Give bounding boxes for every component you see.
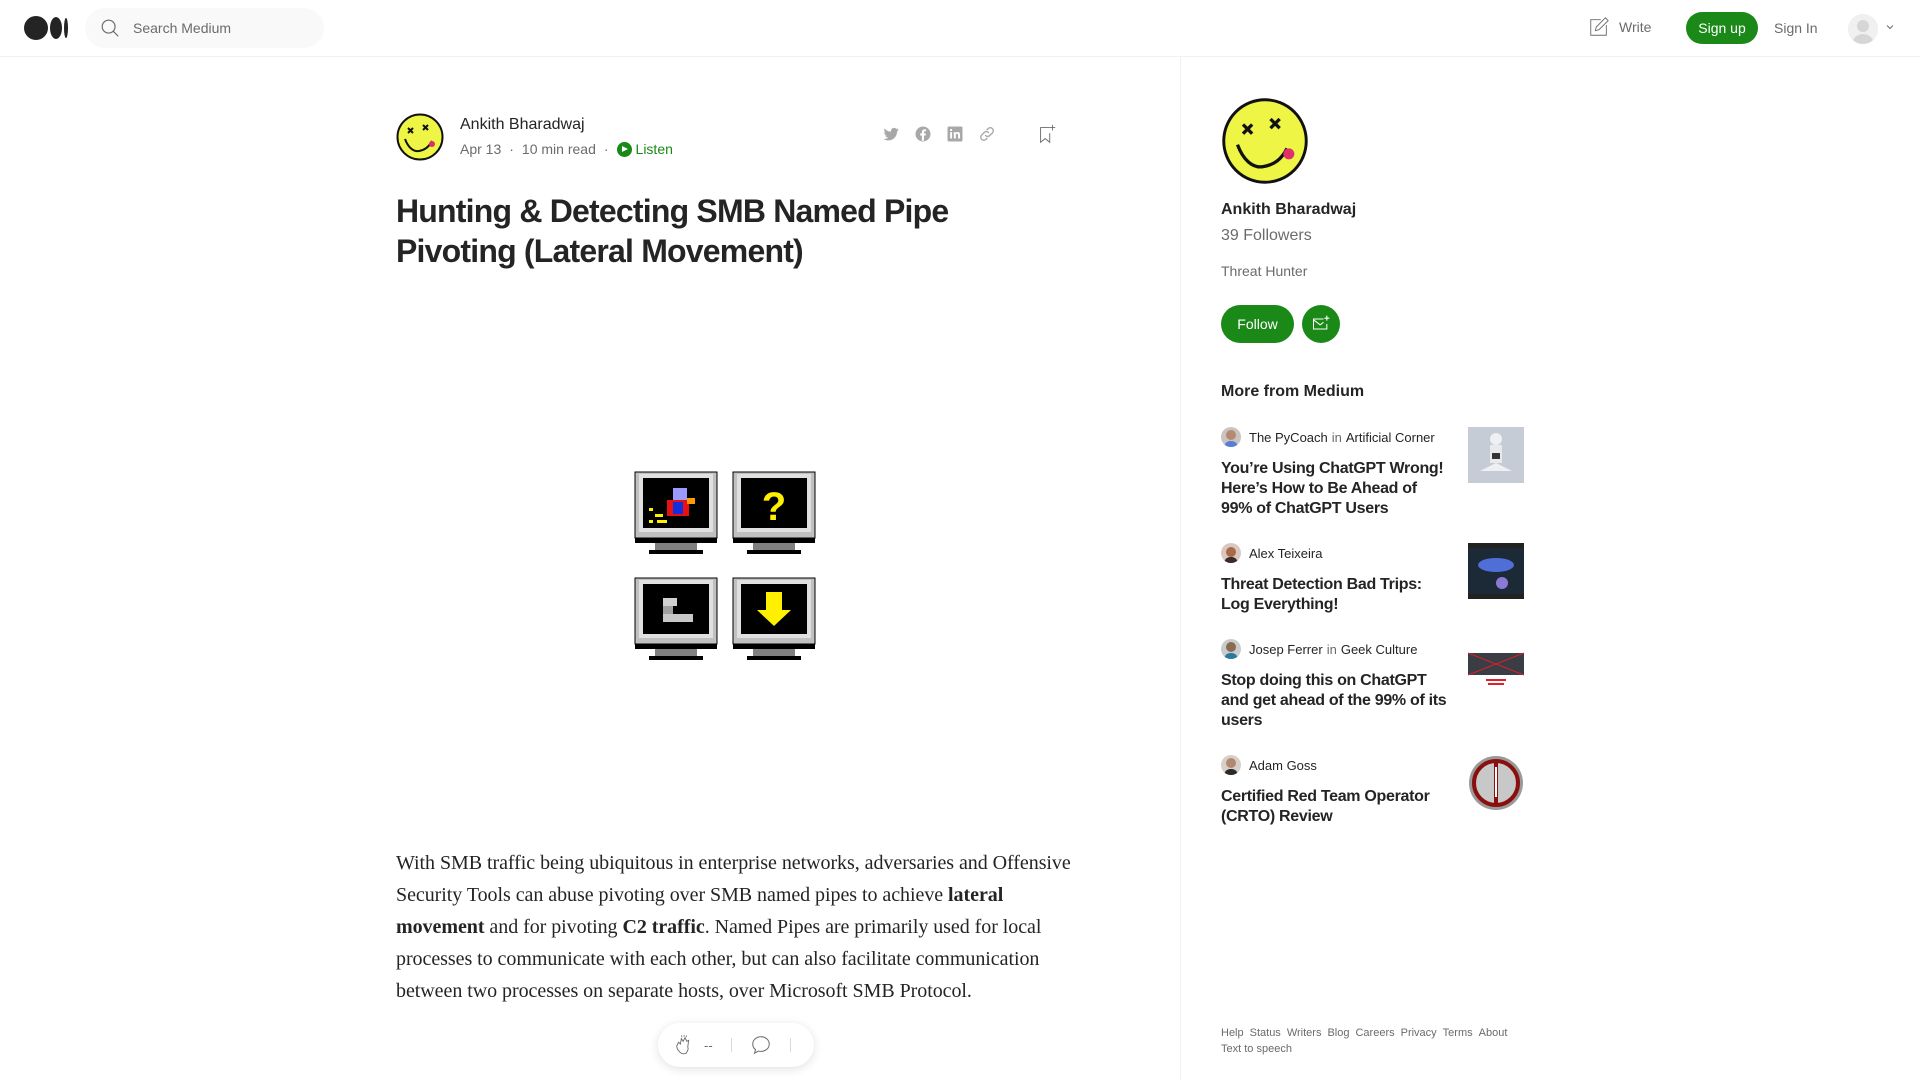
svg-text:?: ?: [762, 485, 786, 529]
hero-image: ?: [633, 470, 819, 680]
follow-button[interactable]: Follow: [1221, 305, 1294, 343]
write-label: Write: [1619, 19, 1652, 35]
rec-title[interactable]: Certified Red Team Operator (CRTO) Revie…: [1221, 787, 1449, 827]
clap-icon[interactable]: [674, 1034, 696, 1056]
footer-link-help[interactable]: Help: [1221, 1027, 1244, 1039]
play-icon: [616, 141, 632, 157]
link-icon[interactable]: [978, 125, 996, 143]
chevron-down-icon[interactable]: [1885, 22, 1895, 32]
listen-label: Listen: [635, 141, 673, 157]
smiley-avatar-icon: [1222, 98, 1308, 184]
bookmark-add-icon[interactable]: [1036, 123, 1058, 145]
rec-author-avatar[interactable]: [1221, 427, 1241, 447]
write-button[interactable]: Write: [1588, 16, 1651, 38]
followers-count[interactable]: 39 Followers: [1221, 227, 1312, 245]
response-icon[interactable]: [750, 1034, 772, 1056]
rec-thumbnail[interactable]: [1468, 755, 1524, 811]
author-name[interactable]: Ankith Bharadwaj: [460, 116, 585, 134]
author-row: Ankith Bharadwaj Apr 13 · 10 min read · …: [396, 113, 1066, 161]
footer-link-careers[interactable]: Careers: [1355, 1027, 1394, 1039]
network-computers-illustration-icon: ?: [634, 471, 816, 661]
rec-thumbnail[interactable]: [1468, 543, 1524, 599]
medium-logo[interactable]: [24, 16, 68, 40]
sign-in-link[interactable]: Sign In: [1774, 20, 1818, 36]
read-time: 10 min read: [521, 141, 596, 157]
listen-button[interactable]: Listen: [616, 141, 673, 157]
more-from-medium-heading: More from Medium: [1221, 383, 1365, 400]
rec-title[interactable]: Threat Detection Bad Trips: Log Everythi…: [1221, 575, 1449, 615]
separator-dot: ·: [509, 141, 514, 157]
footer-link-blog[interactable]: Blog: [1327, 1027, 1349, 1039]
user-avatar[interactable]: [1848, 14, 1878, 44]
smiley-avatar-icon: [396, 113, 444, 161]
sidebar-divider: [1180, 57, 1181, 1080]
article-title: Hunting & Detecting SMB Named Pipe Pivot…: [396, 193, 949, 269]
rec-author-avatar[interactable]: [1221, 543, 1241, 563]
rec-thumbnail[interactable]: [1468, 639, 1524, 695]
rec-author[interactable]: Josep Ferrer in Geek Culture: [1249, 642, 1417, 657]
sign-up-button[interactable]: Sign up: [1686, 12, 1758, 44]
author-bio: Threat Hunter: [1221, 263, 1308, 279]
clap-count: --: [704, 1037, 713, 1053]
linkedin-icon[interactable]: [946, 125, 964, 143]
facebook-icon[interactable]: [914, 125, 932, 143]
body-text: and for pivoting: [484, 916, 623, 938]
footer-link-terms[interactable]: Terms: [1443, 1027, 1473, 1039]
publish-date: Apr 13: [460, 141, 502, 157]
subscribe-email-button[interactable]: [1302, 305, 1340, 343]
rec-title[interactable]: You’re Using ChatGPT Wrong! Here’s How t…: [1221, 459, 1449, 519]
rec-title[interactable]: Stop doing this on ChatGPT and get ahead…: [1221, 671, 1449, 731]
write-icon: [1590, 17, 1609, 36]
search-input[interactable]: [133, 20, 313, 36]
footer-link-writers[interactable]: Writers: [1287, 1027, 1322, 1039]
footer-link-text-to-speech[interactable]: Text to speech: [1221, 1043, 1292, 1055]
floating-action-bar: --: [658, 1023, 814, 1067]
bold-term: C2 traffic: [622, 916, 705, 938]
footer-link-privacy[interactable]: Privacy: [1401, 1027, 1437, 1039]
sidebar-author-name[interactable]: Ankith Bharadwaj: [1221, 201, 1356, 219]
top-navigation: Write Sign up Sign In: [0, 0, 1920, 57]
user-placeholder-icon: [1848, 14, 1878, 44]
share-icons: [882, 125, 996, 143]
rec-author[interactable]: The PyCoach in Artificial Corner: [1249, 430, 1435, 445]
article-body-paragraph: With SMB traffic being ubiquitous in ent…: [396, 847, 1076, 1007]
author-avatar[interactable]: [396, 113, 444, 161]
sidebar-author-avatar[interactable]: [1221, 97, 1309, 185]
twitter-icon[interactable]: [882, 125, 900, 143]
search-icon: [101, 19, 119, 37]
footer-links: Help Status Writers Blog Careers Privacy Terms…: [1221, 1025, 1531, 1057]
rec-author[interactable]: Adam Goss: [1249, 758, 1317, 773]
footer-link-status[interactable]: Status: [1250, 1027, 1281, 1039]
footer-link-about[interactable]: About: [1479, 1027, 1508, 1039]
rec-author-avatar[interactable]: [1221, 639, 1241, 659]
mail-plus-icon: [1313, 315, 1330, 330]
search-bar[interactable]: [85, 8, 324, 48]
rec-author-avatar[interactable]: [1221, 755, 1241, 775]
rec-author[interactable]: Alex Teixeira: [1249, 546, 1322, 561]
rec-thumbnail[interactable]: [1468, 427, 1524, 483]
article-meta: Apr 13 · 10 min read · Listen: [460, 141, 673, 157]
divider: [789, 1038, 791, 1052]
divider: [730, 1038, 732, 1052]
separator-dot: ·: [603, 141, 609, 157]
